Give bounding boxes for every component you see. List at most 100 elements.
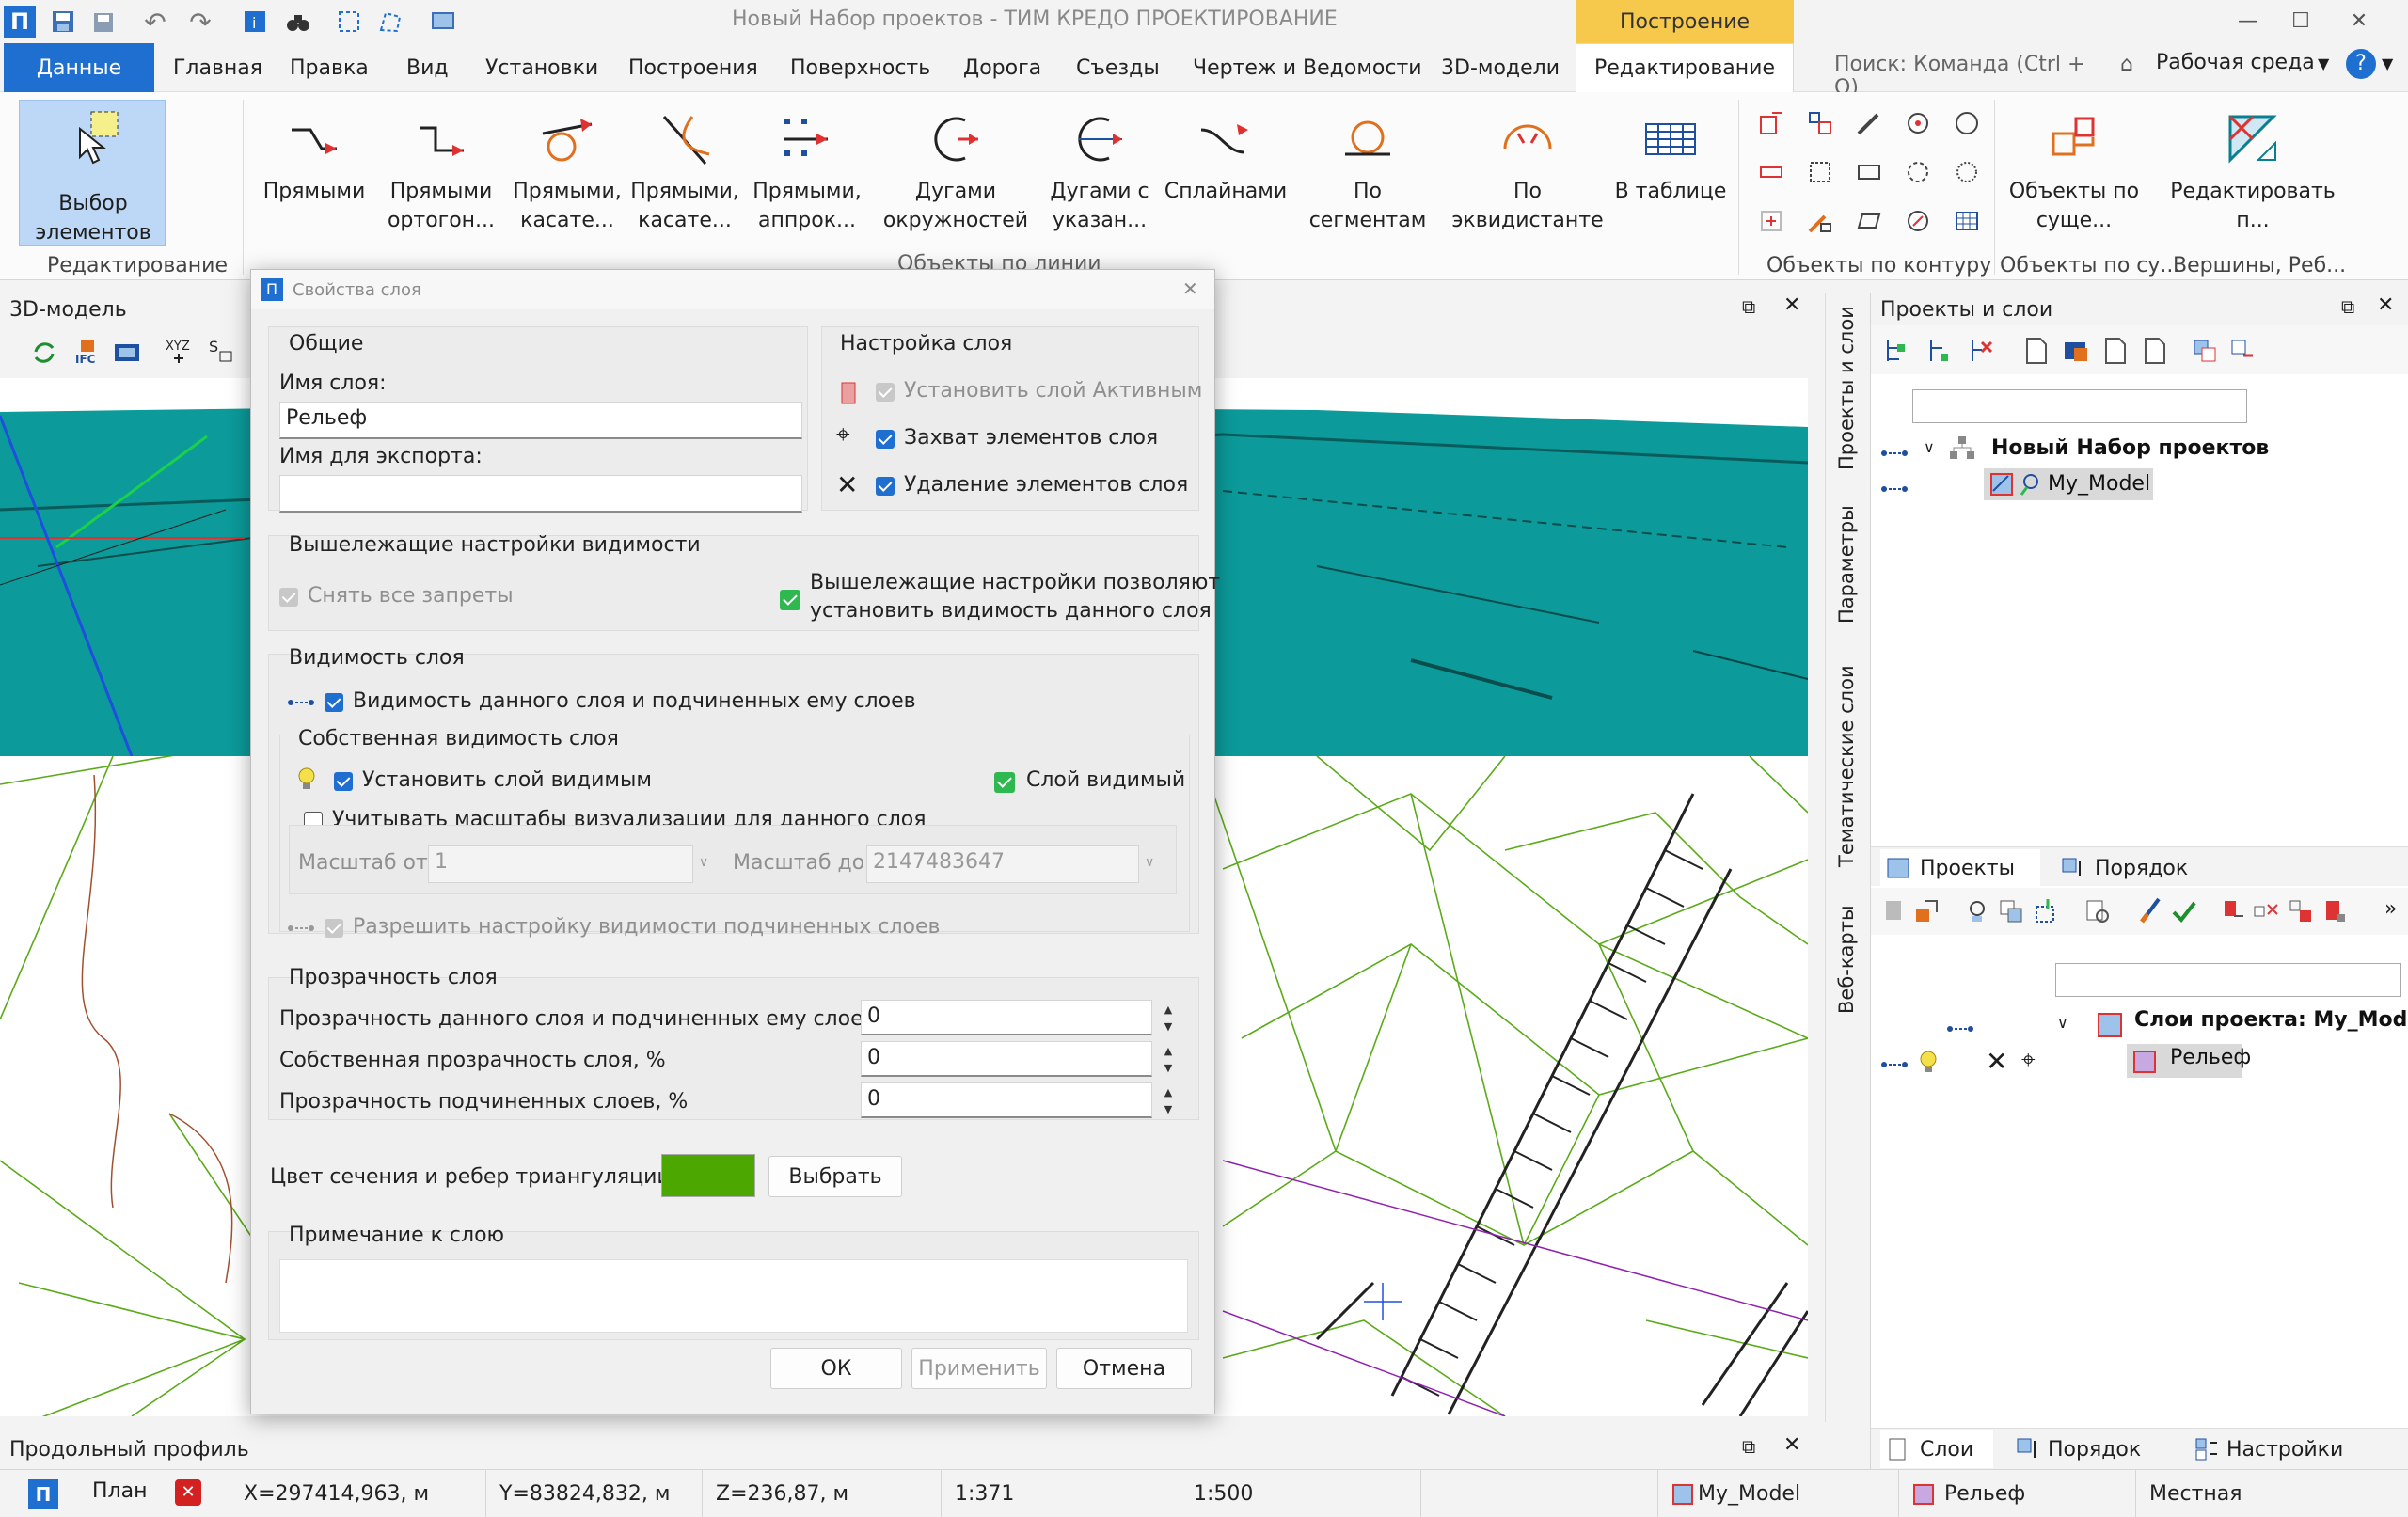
undo-icon[interactable]: ↶ (139, 6, 171, 38)
contour-tool-3-icon[interactable] (1855, 109, 1883, 137)
tab-view[interactable]: Вид (395, 43, 460, 92)
cancel-button[interactable]: Отмена (1056, 1348, 1192, 1389)
layer-tool-2-icon[interactable] (1912, 897, 1941, 925)
transparency-input[interactable]: 0 (861, 1000, 1152, 1035)
scale-from-input[interactable]: 1 (428, 845, 693, 883)
maximize-icon[interactable]: ☐ (2273, 4, 2329, 38)
ortho-lines-button[interactable]: Прямыми ортогон... (380, 102, 502, 235)
color-swatch[interactable] (661, 1154, 755, 1197)
contour-tool-12-icon[interactable] (1806, 207, 1834, 235)
scale-to-chevron-icon[interactable]: ∨ (1145, 855, 1154, 870)
close-projects-icon[interactable]: ✕ (2377, 293, 2394, 317)
tab-data[interactable]: Данные (4, 43, 154, 92)
app-logo-icon[interactable]: П (4, 6, 36, 38)
export-icon[interactable] (2228, 337, 2257, 365)
apply-button[interactable]: Применить (911, 1348, 1047, 1389)
export-name-input[interactable] (279, 475, 802, 513)
contour-tool-4-icon[interactable] (1904, 109, 1932, 137)
tab-drawings[interactable]: Чертеж и Ведомости (1181, 43, 1434, 92)
contour-tool-6-icon[interactable] (1757, 158, 1785, 186)
by-equidistant-button[interactable]: По эквидистанте (1443, 102, 1612, 235)
tab-constructions[interactable]: Построения (617, 43, 769, 92)
tab-editing[interactable]: Редактирование (1576, 43, 1794, 92)
dialog-close-icon[interactable]: ✕ (1182, 277, 1198, 300)
contour-tool-13-icon[interactable] (1855, 207, 1883, 235)
layer-red-1-icon[interactable] (2219, 897, 2247, 925)
tab-edit[interactable]: Правка (278, 43, 380, 92)
by-segments-button[interactable]: По сегментам (1294, 102, 1441, 235)
import-icon[interactable] (2191, 337, 2219, 365)
restore-projects-icon[interactable]: ⧉ (2341, 295, 2354, 318)
set-active-checkbox[interactable] (876, 383, 895, 402)
tab-settings[interactable]: Установки (474, 43, 610, 92)
chevron-down-icon[interactable]: ▼ (2318, 55, 2329, 72)
status-scale-2[interactable]: 1:500 (1180, 1470, 1420, 1517)
brush-icon[interactable] (2136, 897, 2164, 925)
contour-tool-1-icon[interactable] (1757, 109, 1785, 137)
contour-tool-5-icon[interactable] (1953, 109, 1981, 137)
splines-button[interactable]: Сплайнами (1164, 102, 1287, 206)
layer-red-2-icon[interactable] (2253, 897, 2281, 925)
layers-filter-input[interactable] (2055, 963, 2401, 997)
tab-order-bottom[interactable]: Порядок (2012, 1430, 2181, 1468)
capture-crosshair-icon[interactable]: ⌖ (2021, 1046, 2036, 1075)
doc-2-icon[interactable] (2140, 337, 2168, 365)
film-icon[interactable] (113, 339, 141, 367)
layer-name-input[interactable]: Рельеф (279, 402, 802, 439)
in-table-button[interactable]: В таблице (1614, 102, 1727, 206)
tab-exits[interactable]: Съезды (1065, 43, 1171, 92)
edit-vertices-button[interactable]: Редактировать п... (2170, 102, 2336, 235)
objects-existing-button[interactable]: Объекты по суще... (2004, 102, 2145, 235)
scale-to-input[interactable]: 2147483647 (866, 845, 1139, 883)
workspace-dropdown[interactable]: Рабочая среда (2156, 51, 2315, 74)
layer-visibility-icon[interactable] (1963, 897, 1991, 925)
save-icon[interactable] (47, 6, 79, 38)
binoculars-icon[interactable] (282, 6, 314, 38)
delete-checkbox[interactable] (876, 477, 895, 496)
ok-button[interactable]: ОК (770, 1348, 902, 1389)
status-coord-system[interactable]: Местная (2135, 1470, 2408, 1517)
transparency-input[interactable]: 0 (861, 1082, 1152, 1118)
delete-x-icon[interactable]: ✕ (1986, 1046, 2007, 1077)
approx-lines-button[interactable]: Прямыми, аппрок... (749, 102, 865, 235)
tab-main[interactable]: Главная (162, 43, 274, 92)
vtab-projects-layers[interactable]: Проекты и слои (1830, 299, 1862, 478)
restore-panel-icon[interactable]: ⧉ (1742, 295, 1755, 318)
layer-red-4-icon[interactable] (2321, 897, 2349, 925)
tab-3d-models[interactable]: 3D-модели (1430, 43, 1571, 92)
tab-projects[interactable]: Проекты (1880, 849, 2040, 887)
tab-surface[interactable]: Поверхность (779, 43, 942, 92)
transparency-spinner-icon[interactable]: ▲ ▼ (1160, 1043, 1177, 1077)
status-mode[interactable]: План (92, 1479, 147, 1503)
open-doc-icon[interactable] (2061, 337, 2089, 365)
tab-order[interactable]: Порядок (2055, 849, 2225, 887)
close-panel-icon[interactable]: ✕ (1783, 293, 1800, 317)
ifc-icon[interactable]: IFC (73, 339, 102, 367)
command-search-input[interactable]: Поиск: Команда (Ctrl + Q) (1834, 53, 2107, 100)
visibility-sub-checkbox[interactable] (325, 693, 343, 712)
help-icon[interactable]: ? (2346, 49, 2376, 79)
bulb-icon[interactable] (1916, 1050, 1941, 1074)
transparency-input[interactable]: 0 (861, 1041, 1152, 1077)
expand-layers-chevron-icon[interactable]: ∨ (2057, 1014, 2068, 1032)
check-icon[interactable] (2170, 897, 2198, 925)
remove-bans-checkbox[interactable] (279, 588, 298, 607)
vtab-thematic-layers[interactable]: Тематические слои (1830, 658, 1862, 875)
note-textarea[interactable] (279, 1259, 1188, 1333)
close-profile-icon[interactable]: ✕ (1783, 1433, 1800, 1457)
select-elements-button[interactable]: Выбор элементов (19, 100, 166, 246)
transparency-spinner-icon[interactable]: ▲ ▼ (1160, 1002, 1177, 1035)
frame-select-icon[interactable] (333, 6, 365, 38)
set-visible-checkbox[interactable] (334, 772, 353, 791)
contour-tool-7-icon[interactable] (1806, 158, 1834, 186)
minimize-icon[interactable]: — (2220, 4, 2276, 38)
contour-tool-2-icon[interactable] (1806, 109, 1834, 137)
xyz-icon[interactable]: XYZ (166, 337, 194, 365)
scale-s-icon[interactable]: S (207, 337, 235, 365)
new-doc-icon[interactable] (2021, 337, 2050, 365)
doc-icon[interactable] (2100, 337, 2129, 365)
tangent-lines-2-button[interactable]: Прямыми, касате... (628, 102, 741, 235)
layer-copy-icon[interactable] (1997, 897, 2025, 925)
tree-layer-label[interactable]: Рельеф (2170, 1046, 2251, 1069)
scale-from-chevron-icon[interactable]: ∨ (699, 855, 708, 870)
